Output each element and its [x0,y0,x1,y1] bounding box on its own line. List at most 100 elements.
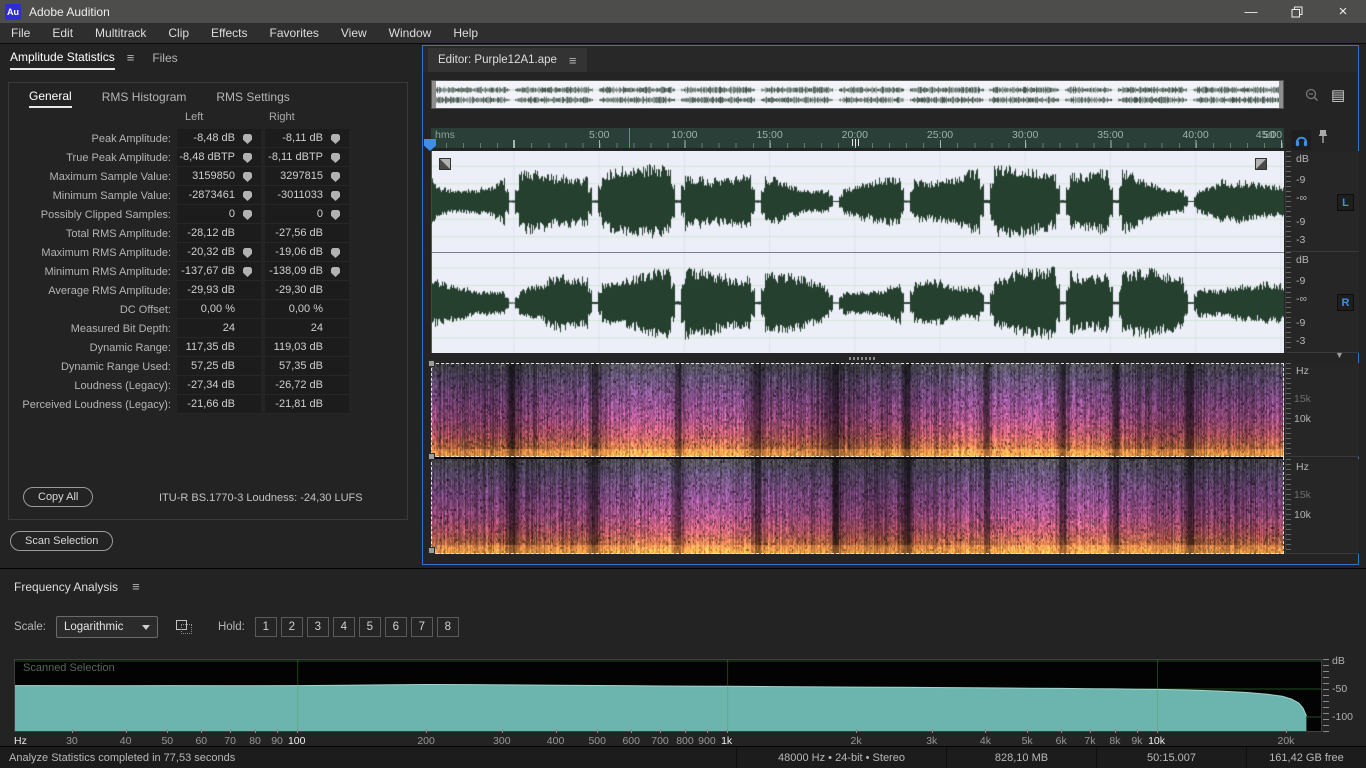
stats-row-label: Average RMS Amplitude: [9,285,171,297]
stats-table: Peak Amplitude: -8,48 dB -8,11 dB True P… [9,129,407,414]
fade-in-handle[interactable] [439,158,451,170]
pin-marker-icon[interactable] [1317,129,1329,150]
selection-handle[interactable] [428,360,435,367]
menu-view[interactable]: View [330,23,378,44]
stats-value-right: -8,11 dBTP [265,148,349,167]
scan-selection-button[interactable]: Scan Selection [10,531,113,551]
timeline-ruler[interactable]: hms 5:0010:0015:0020:0025:0030:0035:0040… [431,128,1284,149]
close-button[interactable]: × [1320,0,1366,23]
marker-pin-icon[interactable] [243,172,252,182]
playhead-marker[interactable] [424,139,436,151]
hold-button[interactable]: 2 [281,617,303,637]
ruler-marker [852,139,860,146]
menu-window[interactable]: Window [378,23,443,44]
spectrogram-left-canvas[interactable] [431,363,1284,457]
marker-pin-icon[interactable] [331,267,340,277]
tab-files[interactable]: Files [152,46,177,69]
menu-file[interactable]: File [0,23,41,44]
view-divider[interactable] [431,353,1284,363]
stats-row-label: Maximum RMS Amplitude: [9,247,171,259]
panel-menu-icon[interactable]: ≡ [127,50,135,65]
marker-pin-icon[interactable] [331,191,340,201]
stats-column-headers: Left Right [177,111,407,129]
hold-button[interactable]: 7 [411,617,433,637]
marker-pin-icon[interactable] [331,134,340,144]
marker-pin-icon[interactable] [243,191,252,201]
menu-effects[interactable]: Effects [200,23,258,44]
frequency-scale-right: Hz 15k 10k [1285,459,1359,554]
selection-handle[interactable] [428,547,435,554]
stats-value-left: -137,67 dB [177,262,261,281]
menu-help[interactable]: Help [442,23,489,44]
channel-left-button[interactable]: L [1337,194,1354,211]
audio-format-info: 48000 Hz • 24-bit • Stereo [736,747,946,768]
waveform-right-canvas[interactable] [431,252,1284,353]
column-right: Right [261,111,345,129]
restore-button[interactable] [1274,0,1320,23]
editor-layout-icon[interactable]: ▤ [1331,86,1345,104]
marker-pin-icon[interactable] [243,134,252,144]
hold-button[interactable]: 4 [333,617,355,637]
channel-right-button[interactable]: R [1337,294,1354,311]
editor-tab[interactable]: Editor: Purple12A1.ape ≡ [428,48,587,72]
overview-left-handle[interactable] [432,81,436,108]
marker-pin-icon[interactable] [243,210,252,220]
marker-pin-icon[interactable] [331,248,340,258]
divider-grip[interactable] [849,357,875,360]
frequency-chart[interactable]: Scanned Selection [14,659,1322,732]
spectrogram-right-canvas[interactable] [431,459,1284,554]
scale-select[interactable]: Logarithmic [56,616,158,638]
audition-logo-icon: Au [5,4,21,20]
marker-pin-icon[interactable] [243,248,252,258]
tab-amplitude-statistics[interactable]: Amplitude Statistics [10,45,115,70]
overview-right-handle[interactable] [1279,81,1283,108]
editor-header: Editor: Purple12A1.ape ≡ [423,46,1358,72]
marker-pin-icon[interactable] [331,172,340,182]
stats-row-label: Peak Amplitude: [9,133,171,145]
menu-favorites[interactable]: Favorites [259,23,330,44]
spectral-display[interactable] [431,363,1284,554]
stats-value-right: -138,09 dB [265,262,349,281]
tab-rms-histogram[interactable]: RMS Histogram [102,86,187,107]
hold-button[interactable]: 6 [385,617,407,637]
menu-clip[interactable]: Clip [157,23,200,44]
hold-button[interactable]: 1 [255,617,277,637]
menu-multitrack[interactable]: Multitrack [84,23,157,44]
monitor-headphones-icon[interactable] [1291,130,1311,150]
marker-pin-icon[interactable] [243,267,252,277]
menu-edit[interactable]: Edit [41,23,84,44]
file-size: 828,10 MB [946,747,1096,768]
hold-button[interactable]: 5 [359,617,381,637]
waveform-left-canvas[interactable] [431,151,1284,252]
selection-handle[interactable] [428,453,435,460]
copy-graph-icon[interactable] [176,620,192,634]
hold-button[interactable]: 3 [307,617,329,637]
marker-pin-icon[interactable] [331,210,340,220]
marker-pin-icon[interactable] [331,153,340,163]
y-axis-unit: dB [1332,655,1345,667]
panel-menu-icon[interactable]: ≡ [569,53,577,68]
overview-navigator[interactable] [431,80,1284,109]
status-message: Analyze Statistics completed in 77,53 se… [0,752,235,764]
itu-loudness-value: ITU-R BS.1770-3 Loudness: -24,30 LUFS [159,492,363,504]
stats-value-left: -2873461 [177,186,261,205]
stats-value-right: 24 [265,319,349,338]
waveform-display[interactable] [431,151,1284,353]
overview-waveform-canvas[interactable] [432,81,1283,108]
hold-button[interactable]: 8 [437,617,459,637]
tab-rms-settings[interactable]: RMS Settings [216,86,289,107]
tab-general[interactable]: General [29,85,72,108]
stats-row: Maximum RMS Amplitude: -20,32 dB -19,06 … [9,243,407,262]
marker-pin-icon[interactable] [243,153,252,163]
scroll-down-icon[interactable]: ▼ [1335,350,1344,360]
scale-unit: dB [1296,153,1309,165]
stats-value-left: -8,48 dBTP [177,148,261,167]
panel-menu-icon[interactable]: ≡ [132,579,140,594]
zoom-navigate-icon[interactable] [1303,86,1321,108]
copy-all-button[interactable]: Copy All [23,487,93,507]
minimize-button[interactable]: — [1228,0,1274,23]
frequency-analysis-title[interactable]: Frequency Analysis [14,580,118,594]
stats-row-label: Minimum RMS Amplitude: [9,266,171,278]
fade-out-handle[interactable] [1255,158,1267,170]
stats-value-right: -3011033 [265,186,349,205]
